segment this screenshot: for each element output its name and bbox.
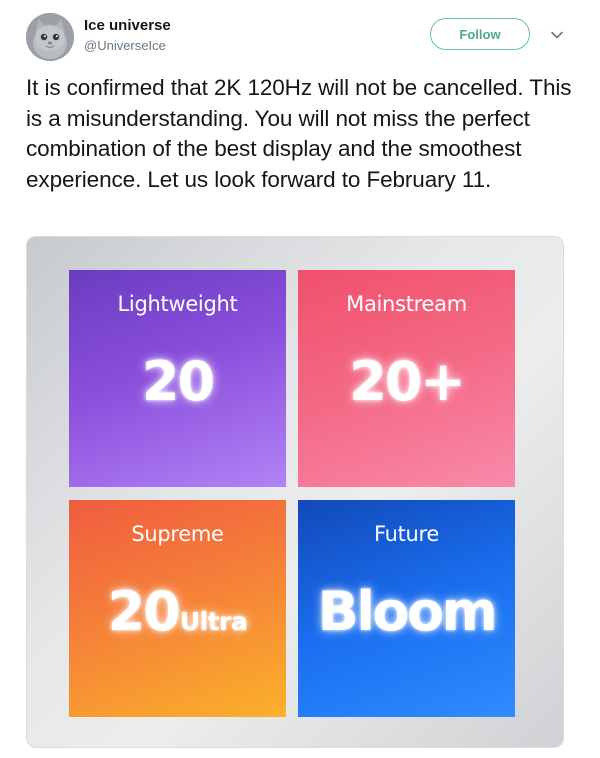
follow-button[interactable]: Follow: [430, 18, 530, 50]
tile-value: Bloom: [317, 580, 498, 643]
tile-value: 20: [141, 350, 215, 413]
tile-value: 20+: [349, 350, 465, 413]
tile-future: Future Bloom: [298, 500, 515, 717]
tile-label: Mainstream: [346, 292, 467, 316]
tile-label: Future: [373, 522, 440, 546]
tile-value: 20Ultra: [107, 580, 248, 643]
cat-avatar-icon: [26, 13, 74, 61]
tweet-card: Ice universe @UniverseIce Follow It is c…: [0, 0, 600, 758]
user-handle[interactable]: @UniverseIce: [84, 38, 166, 53]
avatar[interactable]: [26, 13, 74, 61]
tile-value-suffix: Ultra: [179, 607, 248, 636]
tile-label: Supreme: [131, 522, 224, 546]
tile-mainstream: Mainstream 20+: [298, 270, 515, 487]
tile-label: Lightweight: [117, 292, 238, 316]
tile-supreme: Supreme 20Ultra: [69, 500, 286, 717]
tile-lightweight: Lightweight 20: [69, 270, 286, 487]
tweet-image[interactable]: Lightweight 20 Mainstream 20+ Supreme 20…: [26, 236, 564, 748]
more-options-button[interactable]: [548, 26, 566, 44]
tweet-text: It is confirmed that 2K 120Hz will not b…: [26, 75, 572, 192]
user-name[interactable]: Ice universe: [84, 17, 171, 34]
chevron-down-icon: [551, 31, 563, 39]
